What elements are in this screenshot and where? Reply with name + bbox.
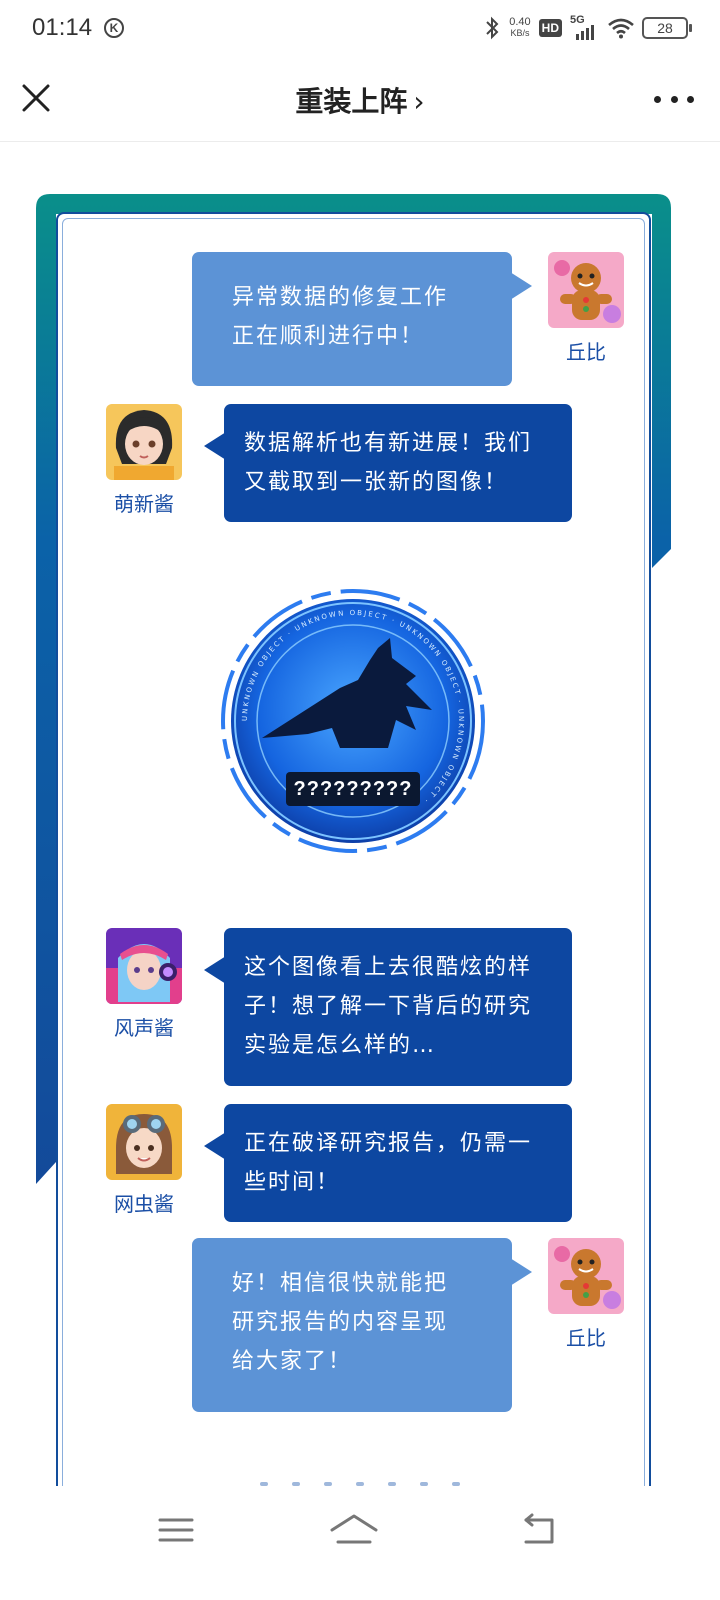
chat-bubble: 数据解析也有新进展！我们 又截取到一张新的图像！ (204, 404, 572, 522)
bubble-line: 些时间！ (244, 1170, 341, 1195)
status-time: 01:14 (32, 14, 93, 41)
signal-bar (586, 28, 589, 40)
more-dot (687, 95, 694, 103)
title-bar: 重装上阵 › (0, 56, 720, 142)
back-icon[interactable] (512, 1510, 564, 1550)
speaker-name: 丘比 (566, 1326, 606, 1350)
avatar-girl-black-hair (106, 404, 182, 480)
signal-icon: 5G (570, 14, 600, 40)
emblem-graphic: UNKNOWN OBJECT · UNKNOWN OBJECT · UNKNOW… (221, 589, 485, 853)
avatar-girl-goggles (106, 1104, 182, 1180)
chat-bubble: 异常数据的修复工作 正在顺利进行中！ (192, 252, 532, 386)
hd-icon: HD (538, 19, 562, 37)
net-speed: 0.40 KB/s (509, 17, 530, 39)
speaker-name: 萌新酱 (114, 492, 174, 516)
more-dot (670, 95, 678, 103)
bubble-line: 又截取到一张新的图像！ (244, 470, 509, 495)
system-nav-bar (0, 1486, 720, 1600)
chat-bubble: 正在破译研究报告，仍需一 些时间！ (204, 1104, 572, 1222)
bubble-line: 这个图像看上去很酷炫的样 (244, 955, 533, 980)
net-speed-unit: KB/s (510, 28, 530, 38)
chat-avatar-block: 丘比 (546, 252, 626, 365)
chat-avatar-block: 网虫酱 (104, 1104, 184, 1217)
network-type: 5G (570, 14, 585, 26)
status-bar: 01:14 K 0.40 KB/s HD 5G 28 (0, 0, 720, 56)
bubble-line: 给大家了！ (232, 1349, 353, 1374)
signal-bar (591, 25, 594, 40)
bubble-line: 好！相信很快就能把 (232, 1271, 449, 1296)
k-badge-icon: K (104, 18, 124, 38)
chevron-right-icon: › (413, 85, 425, 118)
bubble-line: 正在顺利进行中！ (232, 324, 425, 349)
speaker-name: 风声酱 (114, 1016, 174, 1040)
emblem-label: ????????? (286, 772, 420, 806)
speaker-name: 丘比 (566, 340, 606, 364)
chat-avatar-block: 丘比 (546, 1238, 626, 1351)
chat-avatar-block: 萌新酱 (104, 404, 184, 517)
bubble-line: 实验是怎么样的… (244, 1033, 437, 1058)
avatar-gingerbread (548, 1238, 624, 1314)
home-icon[interactable] (328, 1510, 380, 1550)
chat-bubble: 好！相信很快就能把 研究报告的内容呈现 给大家了！ (192, 1238, 532, 1412)
unknown-object-emblem: UNKNOWN OBJECT · UNKNOWN OBJECT · UNKNOW… (220, 588, 486, 854)
status-icons: 0.40 KB/s HD 5G 28 (483, 14, 692, 42)
bubble-line: 研究报告的内容呈现 (232, 1310, 449, 1335)
bubble-line: 正在破译研究报告，仍需一 (244, 1131, 533, 1156)
menu-icon[interactable] (150, 1510, 202, 1550)
wifi-icon (608, 18, 634, 39)
page-title[interactable]: 重装上阵 › (0, 80, 720, 120)
more-options-button[interactable] (654, 84, 694, 114)
chat-avatar-block: 风声酱 (104, 928, 184, 1041)
bubble-line: 子！想了解一下背后的研究 (244, 994, 533, 1019)
signal-bar (576, 34, 579, 40)
speaker-name: 网虫酱 (114, 1192, 174, 1216)
battery-icon: 28 (642, 17, 692, 39)
more-dot (654, 95, 661, 103)
bubble-line: 数据解析也有新进展！我们 (244, 431, 533, 456)
signal-bar (581, 31, 584, 40)
net-speed-value: 0.40 (509, 16, 531, 28)
avatar-gingerbread (548, 252, 624, 328)
bluetooth-icon (486, 16, 499, 40)
page-title-text: 重装上阵 (295, 85, 408, 118)
chat-bubble: 这个图像看上去很酷炫的样 子！想了解一下背后的研究 实验是怎么样的… (204, 928, 572, 1086)
bubble-line: 异常数据的修复工作 (232, 285, 449, 310)
avatar-girl-headphones (106, 928, 182, 1004)
